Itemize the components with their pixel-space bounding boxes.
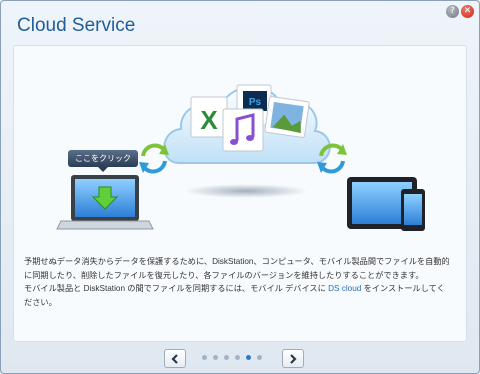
next-page-button[interactable] (282, 349, 304, 368)
music-file-icon (222, 108, 264, 152)
chevron-left-icon (171, 353, 178, 364)
laptop-icon[interactable] (56, 175, 154, 230)
page-dot-4[interactable] (235, 355, 240, 360)
cloud-service-window: Cloud Service ? ✕ Ps X ここをクリック 予期せぬデータ消失… (0, 0, 480, 374)
ds-cloud-link[interactable]: DS cloud (328, 284, 361, 293)
prev-page-button[interactable] (164, 349, 186, 368)
description-text: モバイル製品と DiskStation の間でファイルを同期するには、モバイル … (24, 284, 329, 293)
chevron-right-icon (290, 353, 297, 364)
image-file-icon (264, 96, 310, 138)
description: 予期せぬデータ消失からデータを保護するために、DiskStation、コンピュー… (24, 255, 450, 309)
excel-file-icon: X (190, 96, 228, 138)
page-dot-2[interactable] (213, 355, 218, 360)
description-paragraph-2: モバイル製品と DiskStation の間でファイルを同期するには、モバイル … (24, 282, 450, 309)
description-paragraph-1: 予期せぬデータ消失からデータを保護するために、DiskStation、コンピュー… (24, 257, 450, 280)
svg-text:X: X (200, 105, 218, 135)
phone-icon (401, 189, 425, 231)
click-here-tooltip[interactable]: ここをクリック (68, 150, 138, 172)
page-dot-3[interactable] (224, 355, 229, 360)
page-dot-5[interactable] (246, 355, 251, 360)
sync-icon-left (139, 143, 169, 174)
page-dot-6[interactable] (257, 355, 262, 360)
page-dot-1[interactable] (202, 355, 207, 360)
svg-text:Ps: Ps (249, 97, 262, 108)
page-indicator (202, 355, 262, 360)
illustration: Ps X (56, 84, 425, 231)
